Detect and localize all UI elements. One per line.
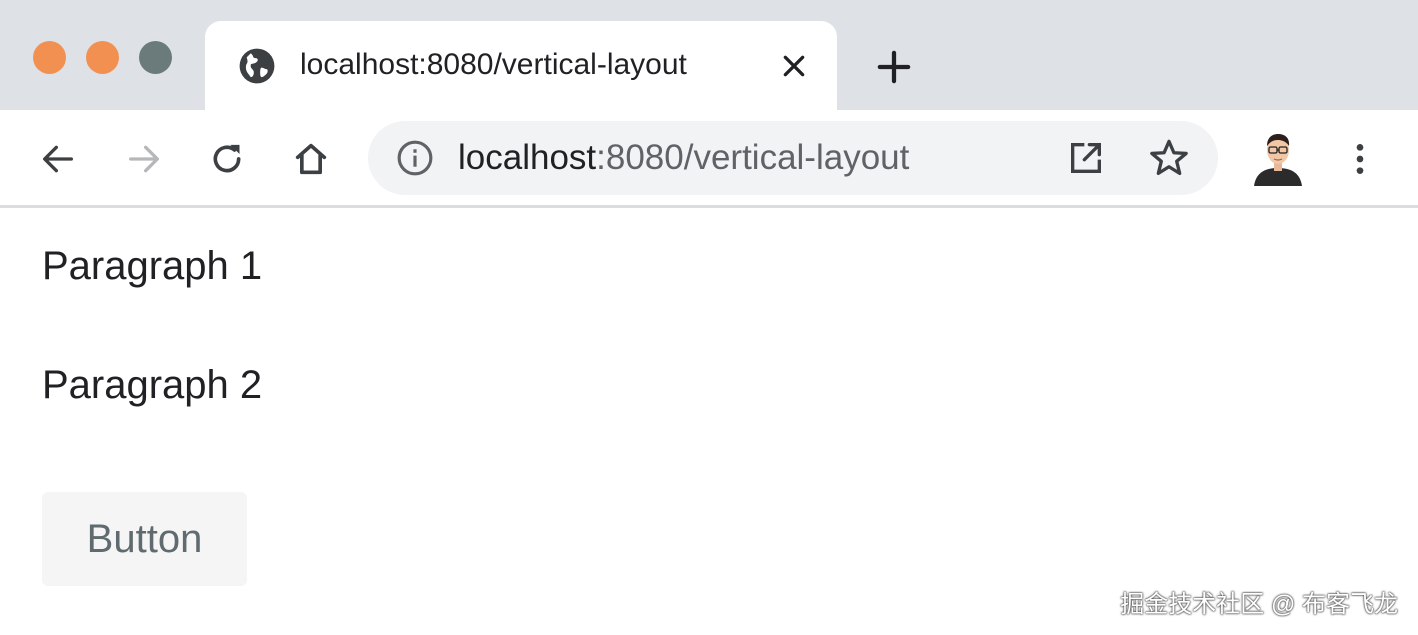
url-path: :8080/vertical-layout	[596, 138, 910, 177]
open-external-icon[interactable]	[1066, 138, 1106, 178]
page-button[interactable]: Button	[42, 492, 247, 586]
browser-tab[interactable]: localhost:8080/vertical-layout	[205, 21, 837, 111]
close-icon	[783, 55, 805, 77]
new-tab-button[interactable]	[873, 46, 915, 88]
home-button[interactable]	[289, 137, 333, 181]
url-host: localhost	[458, 138, 597, 177]
tab-strip: localhost:8080/vertical-layout	[0, 0, 1418, 111]
forward-button[interactable]	[122, 137, 166, 181]
paragraph-1: Paragraph 1	[42, 244, 263, 288]
page-content: Paragraph 1 Paragraph 2 Button	[0, 208, 1418, 635]
star-icon[interactable]	[1148, 137, 1190, 179]
arrow-right-icon	[129, 145, 159, 173]
avatar[interactable]	[1252, 130, 1304, 186]
globe-icon	[239, 48, 275, 84]
arrow-left-icon	[43, 145, 74, 173]
window-maximize-button[interactable]	[139, 41, 172, 74]
address-bar[interactable]: localhost:8080/vertical-layout	[368, 121, 1218, 195]
tab-title: localhost:8080/vertical-layout	[300, 48, 687, 81]
home-icon	[295, 143, 327, 175]
window-minimize-button[interactable]	[86, 41, 119, 74]
paragraph-2: Paragraph 2	[42, 363, 263, 407]
plus-icon	[877, 50, 911, 84]
back-button[interactable]	[36, 137, 80, 181]
info-icon[interactable]	[396, 139, 434, 177]
watermark: 掘金技术社区 @ 布客飞龙	[1120, 591, 1398, 618]
url-text[interactable]: localhost:8080/vertical-layout	[458, 138, 909, 178]
browser-toolbar: localhost:8080/vertical-layout	[0, 110, 1418, 206]
tab-close-button[interactable]	[775, 47, 813, 85]
window-close-button[interactable]	[33, 41, 66, 74]
reload-button[interactable]	[205, 137, 249, 181]
more-vert-icon[interactable]	[1340, 137, 1380, 181]
reload-icon	[213, 144, 241, 173]
